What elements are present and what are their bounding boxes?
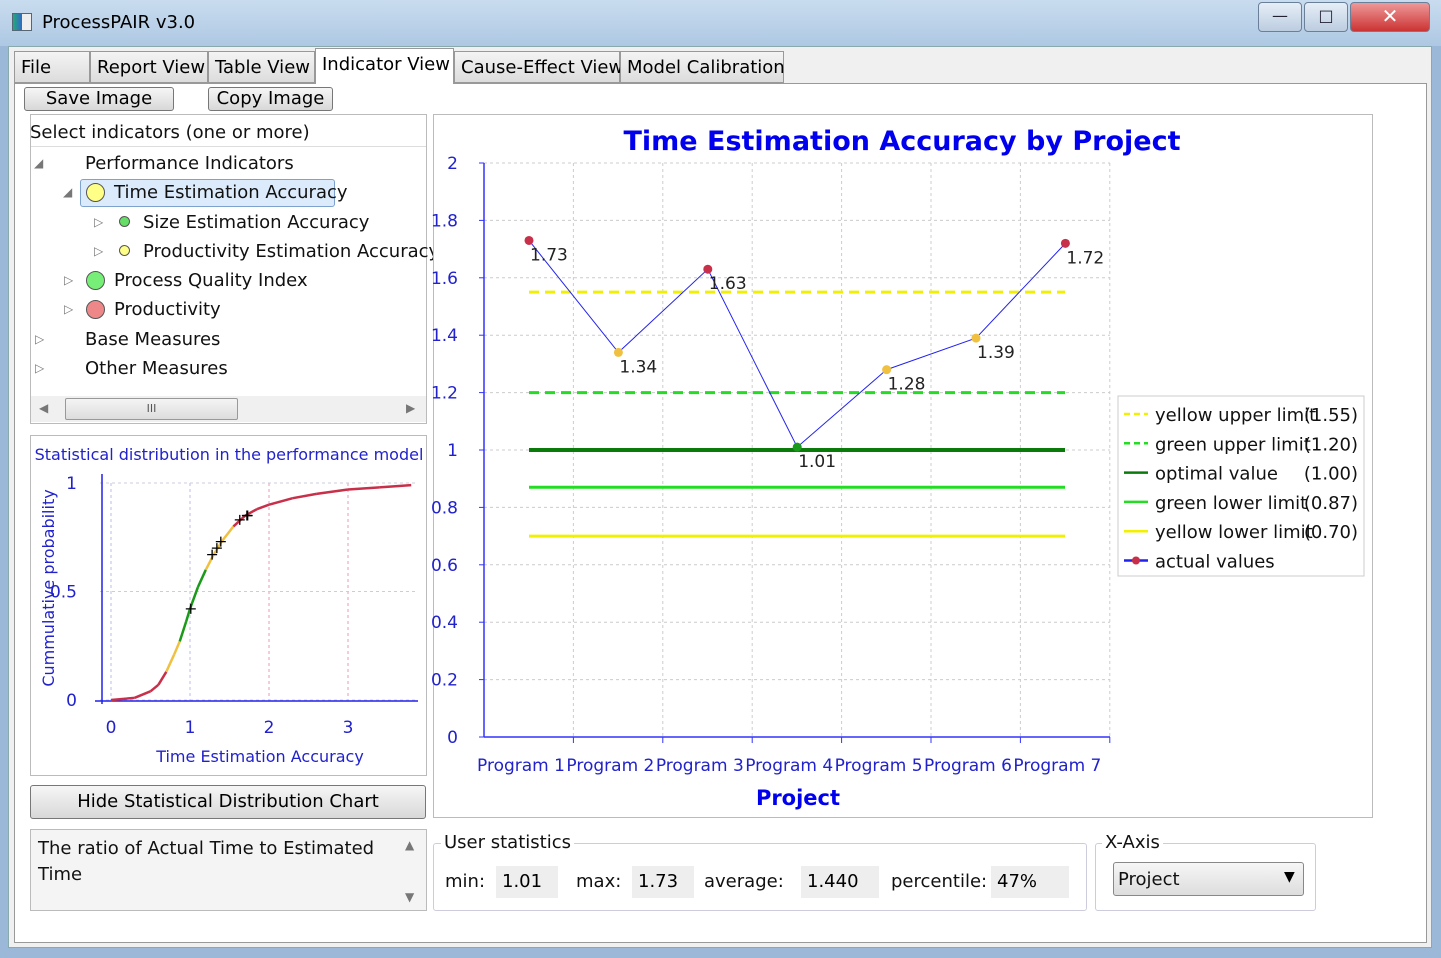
cdf-curve-segment: [184, 608, 192, 623]
cdf-curve-segment: [157, 671, 168, 686]
x-tick-label: 0: [106, 718, 117, 738]
dropdown-arrow-icon[interactable]: ▼: [1284, 869, 1295, 885]
y-axis-label: Cummulative probability: [39, 489, 58, 686]
cdf-curve-segment: [256, 503, 270, 511]
x-tick-label: 3: [343, 718, 354, 738]
cdf-curve-segment: [220, 525, 235, 543]
x-axis-label: Time Estimation Accuracy: [155, 747, 364, 766]
scroll-up-icon[interactable]: ▲: [405, 838, 414, 852]
cdf-curve-segment: [134, 690, 151, 699]
average-label: average:: [704, 871, 784, 892]
cdf-curve-segment: [178, 621, 188, 642]
cdf-curve-segment: [292, 492, 317, 500]
cdf-curve-segment: [347, 486, 380, 491]
x-tick-label: 2: [264, 718, 275, 738]
cdf-curve-segment: [268, 496, 294, 506]
average-value: 1.440: [801, 866, 879, 898]
x-axis-title: X-Axis: [1102, 832, 1163, 853]
cdf-curve-segment: [149, 683, 160, 693]
cdf-curve-segment: [316, 488, 349, 496]
cdf-curve-segment: [196, 569, 207, 588]
min-value: 1.01: [496, 866, 558, 898]
dist-chart-title: Statistical distribution in the performa…: [35, 445, 424, 464]
cdf-curve-segment: [173, 640, 181, 655]
user-statistics-title: User statistics: [441, 832, 574, 853]
y-tick-label: 0: [66, 691, 77, 711]
x-tick-label: 1: [185, 718, 196, 738]
percentile-value: 47%: [991, 866, 1069, 898]
max-value: 1.73: [632, 866, 694, 898]
cdf-curve-segment: [165, 653, 176, 673]
main-chart-panel: [433, 114, 1373, 818]
percentile-label: percentile:: [891, 871, 988, 892]
min-label: min:: [445, 871, 486, 892]
cdf-curve-segment: [379, 483, 412, 489]
scroll-down-icon[interactable]: ▼: [405, 890, 414, 904]
x-axis-selected: Project: [1118, 869, 1180, 890]
hide-distribution-chart-button[interactable]: Hide Statistical Distribution Chart: [30, 785, 426, 819]
indicator-description: The ratio of Actual Time to Estimated Ti…: [38, 838, 375, 885]
y-tick-label: 1: [66, 474, 77, 494]
project-marker: [185, 603, 196, 614]
max-label: max:: [576, 871, 622, 892]
